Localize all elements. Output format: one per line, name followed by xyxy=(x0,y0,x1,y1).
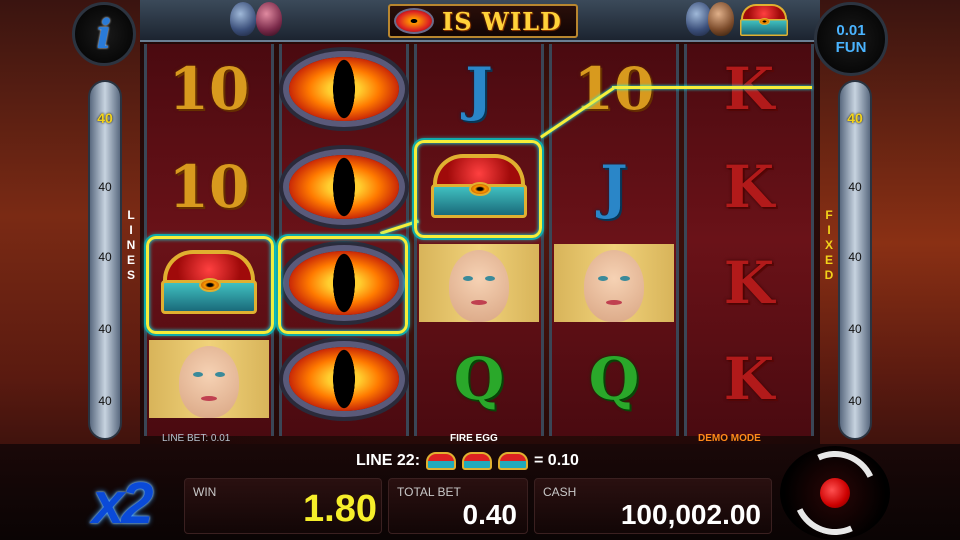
currency-label: FUN xyxy=(835,39,867,56)
dragon-eye-icon xyxy=(289,347,399,411)
line-number: 40 xyxy=(848,180,862,194)
dragon-egg-icon xyxy=(256,2,282,36)
info-button[interactable]: i xyxy=(72,2,136,66)
symbol-letter: Q xyxy=(588,345,640,413)
reel-3: JQ xyxy=(414,44,544,436)
princess-icon xyxy=(149,340,269,418)
symbol-k: K xyxy=(687,148,811,226)
line-bet-caption: LINE BET: 0.01 xyxy=(162,433,231,444)
line-number: 40 xyxy=(848,394,862,408)
wild-banner: IS WILD xyxy=(388,4,578,38)
line-number: 40 xyxy=(98,322,112,336)
winning-symbol-highlight xyxy=(144,234,276,336)
symbol-princess xyxy=(147,340,271,418)
symbol-letter: J xyxy=(465,55,493,123)
fixed-label: FIXED xyxy=(824,208,834,282)
symbol-letter: J xyxy=(600,153,628,221)
symbol-letter: K xyxy=(723,55,775,123)
princess-icon xyxy=(554,244,674,322)
fire-egg-caption: FIRE EGG xyxy=(450,433,498,444)
active-lines-count: 40 xyxy=(847,110,863,126)
symbol-dragon-eye xyxy=(282,50,406,128)
lines-indicator-left: 40 40 40 40 40 xyxy=(88,80,122,440)
treasure-chest-icon xyxy=(738,4,798,38)
symbol-10: 10 xyxy=(147,148,271,226)
line-number: 40 xyxy=(98,180,112,194)
total-bet-panel[interactable]: TOTAL BET 0.40 xyxy=(388,478,528,534)
cash-value: 100,002.00 xyxy=(620,499,761,530)
bet-currency-indicator[interactable]: 0.01 FUN xyxy=(814,2,888,76)
symbol-dragon-eye xyxy=(282,148,406,226)
symbol-princess xyxy=(552,244,676,322)
symbol-letter: 10 xyxy=(168,153,250,221)
winning-symbol-highlight xyxy=(276,234,410,336)
symbol-princess xyxy=(417,244,541,322)
treasure-chest-icon xyxy=(426,452,457,470)
cash-panel: CASH 100,002.00 xyxy=(534,478,772,534)
symbol-letter: 10 xyxy=(168,55,250,123)
symbol-letter: K xyxy=(723,153,775,221)
total-bet-label: TOTAL BET xyxy=(397,485,461,499)
info-icon: i xyxy=(96,10,112,58)
symbol-k: K xyxy=(687,50,811,128)
reel-4: 10 J Q xyxy=(549,44,679,436)
dragon-egg-icon xyxy=(708,2,734,36)
bet-value: 0.01 xyxy=(836,22,866,39)
line-win-info: LINE 22: = 0.10 xyxy=(356,452,579,470)
win-label: WIN xyxy=(193,485,217,499)
symbol-k: K xyxy=(687,244,811,322)
winning-symbol-highlight xyxy=(412,138,544,240)
line-number: 40 xyxy=(98,394,112,408)
symbol-dragon-eye xyxy=(282,340,406,418)
reel-5: KKKK xyxy=(684,44,814,436)
line-win-amount: = 0.10 xyxy=(534,452,579,469)
symbol-letter: K xyxy=(723,249,775,317)
lines-label: LINES xyxy=(126,208,136,282)
treasure-chest-icon xyxy=(498,452,529,470)
line-number: 40 xyxy=(848,322,862,336)
lines-indicator-right: 40 40 40 40 40 xyxy=(838,80,872,440)
symbol-letter: Q xyxy=(453,345,505,413)
win-panel: WIN 1.80 xyxy=(184,478,382,534)
symbol-letter: K xyxy=(723,345,775,413)
symbol-q: Q xyxy=(417,340,541,418)
active-lines-count: 40 xyxy=(97,110,113,126)
line-number: 40 xyxy=(848,250,862,264)
line-win-label: LINE 22: xyxy=(356,452,421,469)
symbol-j: J xyxy=(552,148,676,226)
princess-icon xyxy=(419,244,539,322)
line-number: 40 xyxy=(98,250,112,264)
treasure-chest-icon xyxy=(462,452,493,470)
symbol-k: K xyxy=(687,340,811,418)
dragon-eye-icon xyxy=(289,57,399,121)
win-value: 1.80 xyxy=(303,488,377,530)
cash-label: CASH xyxy=(543,485,577,499)
total-bet-value: 0.40 xyxy=(462,499,518,530)
multiplier-badge: x2 xyxy=(92,471,153,536)
spin-button[interactable] xyxy=(780,439,890,540)
wild-banner-text: IS WILD xyxy=(442,6,562,36)
dragon-egg-icon xyxy=(230,2,256,36)
dragon-eye-icon xyxy=(289,155,399,219)
payline xyxy=(612,86,812,89)
spin-center-icon xyxy=(820,478,850,508)
symbol-q: Q xyxy=(552,340,676,418)
symbol-10: 10 xyxy=(147,50,271,128)
symbol-j: J xyxy=(417,50,541,128)
dragon-eye-icon xyxy=(394,8,434,34)
demo-mode-caption: DEMO MODE xyxy=(698,433,761,444)
